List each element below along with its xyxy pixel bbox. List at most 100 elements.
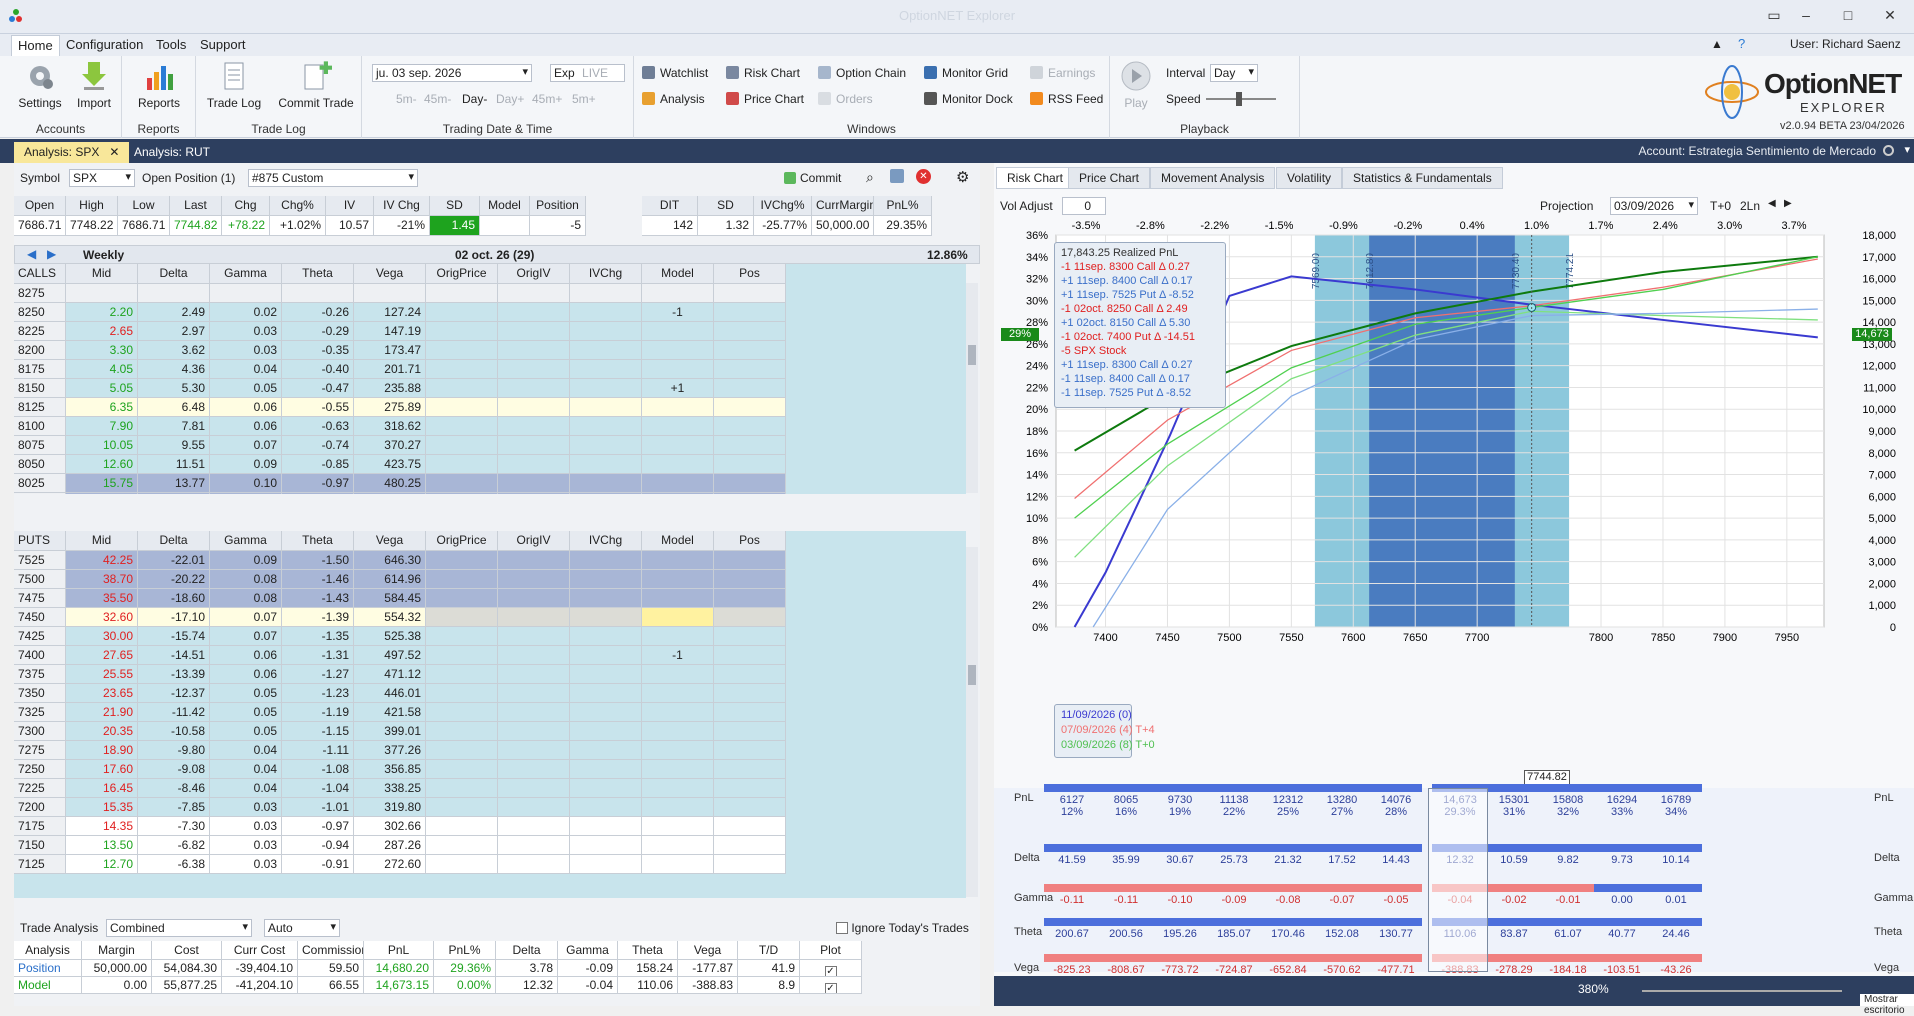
close-button[interactable]: ✕ (1876, 7, 1904, 27)
play-button[interactable]: Play (1114, 60, 1158, 110)
next-date-icon[interactable]: ▶ (1784, 198, 1792, 209)
step-forward-day[interactable]: Day+ (496, 92, 524, 106)
zoom-slider[interactable] (1642, 990, 1842, 992)
step-back-day[interactable]: Day- (462, 92, 487, 106)
ignore-today-checkbox[interactable]: Ignore Today's Trades (836, 921, 969, 935)
price-chart-button[interactable]: Price Chart (726, 92, 804, 106)
orders-button[interactable]: Orders (818, 92, 873, 106)
minimize-button[interactable]: – (1792, 7, 1820, 27)
maximize-button[interactable]: □ (1834, 7, 1862, 27)
ribbon-options-icon[interactable]: ▭ (1760, 7, 1788, 27)
chain-row[interactable]: 7200 15.35 -7.85 0.03 -1.01 319.80 (14, 798, 966, 817)
menu-bar: Home Configuration Tools Support ▲ ? Use… (0, 34, 1914, 57)
menu-configuration[interactable]: Configuration (60, 37, 149, 52)
chain-row[interactable]: 7375 25.55 -13.39 0.06 -1.27 471.12 (14, 665, 966, 684)
step-back-45m[interactable]: 45m- (424, 92, 451, 106)
position-select[interactable]: #875 Custom (248, 169, 418, 187)
auto-select[interactable]: Auto (264, 919, 340, 937)
chain-row[interactable]: 7150 13.50 -6.82 0.03 -0.94 287.26 (14, 836, 966, 855)
plot-checkbox[interactable]: ✓ (800, 977, 862, 994)
symbol-select[interactable]: SPX (69, 169, 135, 187)
watchlist-button[interactable]: Watchlist (642, 66, 708, 80)
step-forward-45m[interactable]: 45m+ (532, 92, 562, 106)
help-icon[interactable]: ? (1738, 36, 1745, 51)
plot-checkbox[interactable]: ✓ (800, 960, 862, 977)
chain-row[interactable]: 8225 2.65 2.97 0.03 -0.29 147.19 (14, 322, 966, 341)
chain-row[interactable]: 7475 35.50 -18.60 0.08 -1.43 584.45 (14, 589, 966, 608)
reports-button[interactable]: Reports (129, 60, 189, 110)
chain-cell: 11.51 (138, 455, 210, 474)
vol-adjust-input[interactable]: 0 (1062, 197, 1106, 215)
tab-statistics[interactable]: Statistics & Fundamentals (1342, 167, 1503, 189)
chain-row[interactable]: 8075 10.05 9.55 0.07 -0.74 370.27 (14, 436, 966, 455)
chain-row[interactable]: 8275 (14, 284, 966, 303)
commit-button[interactable]: Commit (784, 171, 841, 185)
chain-row[interactable]: 8175 4.05 4.36 0.04 -0.40 201.71 (14, 360, 966, 379)
chain-row[interactable]: 7225 16.45 -8.46 0.04 -1.04 338.25 (14, 779, 966, 798)
ta-row[interactable]: Model 0.00 55,877.25 -41,204.10 66.55 14,673.… (14, 977, 980, 994)
chain-row[interactable]: 7325 21.90 -11.42 0.05 -1.19 421.58 (14, 703, 966, 722)
option-chain-button[interactable]: Option Chain (818, 66, 906, 80)
monitor-grid-button[interactable]: Monitor Grid (924, 66, 1008, 80)
tab-price-chart[interactable]: Price Chart (1068, 167, 1151, 189)
tab-menu-icon[interactable]: ▾ (1904, 143, 1910, 156)
chain-row[interactable]: 7275 18.90 -9.80 0.04 -1.11 377.26 (14, 741, 966, 760)
settings-button[interactable]: Settings (10, 60, 70, 110)
settings-gear-icon[interactable]: ⚙ (956, 168, 969, 186)
speed-slider-handle[interactable] (1236, 92, 1242, 106)
menu-tools[interactable]: Tools (150, 37, 192, 52)
trading-date-picker[interactable]: ju. 03 sep. 2026 (372, 64, 532, 82)
chain-cell (498, 551, 570, 570)
chain-row[interactable]: 7175 14.35 -7.30 0.03 -0.97 302.66 (14, 817, 966, 836)
ta-row[interactable]: Position 50,000.00 54,084.30 -39,404.10 59.5… (14, 960, 980, 977)
chain-row[interactable]: 8025 15.75 13.77 0.10 -0.97 480.25 (14, 474, 966, 493)
delete-icon[interactable]: ✕ (916, 169, 931, 184)
step-back-5m[interactable]: 5m- (396, 92, 417, 106)
chain-row[interactable]: 8125 6.35 6.48 0.06 -0.55 275.89 (14, 398, 966, 417)
trade-log-button[interactable]: Trade Log (204, 60, 264, 110)
chain-row[interactable]: 7300 20.35 -10.58 0.05 -1.15 399.01 (14, 722, 966, 741)
import-button[interactable]: Import (64, 60, 124, 110)
menu-home[interactable]: Home (11, 35, 60, 57)
menu-support[interactable]: Support (194, 37, 252, 52)
chain-row[interactable]: 7350 23.65 -12.37 0.05 -1.23 446.01 (14, 684, 966, 703)
tab-movement-analysis[interactable]: Movement Analysis (1150, 167, 1276, 189)
chain-row[interactable]: 7500 38.70 -20.22 0.08 -1.46 614.96 (14, 570, 966, 589)
chain-row[interactable]: 800019.6016.370.11-1.11538.89 (14, 493, 966, 494)
prev-date-icon[interactable]: ◀ (1768, 198, 1776, 209)
layout-icon[interactable] (890, 169, 904, 183)
interval-select[interactable]: Day (1210, 64, 1258, 82)
chain-row[interactable]: 7400 27.65 -14.51 0.06 -1.31 497.52 -1 (14, 646, 966, 665)
search-icon[interactable]: ⌕ (866, 169, 874, 186)
tab-risk-chart[interactable]: Risk Chart (996, 167, 1075, 189)
analysis-button[interactable]: Analysis (642, 92, 705, 106)
projection-date[interactable]: 03/09/2026 (1610, 197, 1698, 215)
chain-row[interactable]: 7450 32.60 -17.10 0.07 -1.39 554.32 (14, 608, 966, 627)
next-expiry-icon[interactable]: ▶ (47, 247, 56, 261)
analysis-mode-select[interactable]: Combined (106, 919, 252, 937)
rss-feed-button[interactable]: RSS Feed (1030, 92, 1103, 106)
close-tab-icon[interactable]: ✕ (109, 145, 119, 159)
chain-row[interactable]: 8150 5.05 5.30 0.05 -0.47 235.88 +1 (14, 379, 966, 398)
earnings-button[interactable]: Earnings (1030, 66, 1095, 80)
prev-expiry-icon[interactable]: ◀ (27, 247, 36, 261)
chain-row[interactable]: 8050 12.60 11.51 0.09 -0.85 423.75 (14, 455, 966, 474)
chain-row[interactable]: 7250 17.60 -9.08 0.04 -1.08 356.85 (14, 760, 966, 779)
risk-chart-button[interactable]: Risk Chart (726, 66, 800, 80)
calls-scrollbar[interactable] (966, 283, 978, 493)
puts-scrollbar[interactable] (966, 547, 978, 897)
chain-row[interactable]: 8100 7.90 7.81 0.06 -0.63 318.62 (14, 417, 966, 436)
collapse-ribbon-icon[interactable]: ▲ (1711, 37, 1723, 51)
monitor-dock-button[interactable]: Monitor Dock (924, 92, 1013, 106)
tab-analysis-rut[interactable]: Analysis: RUT (124, 142, 220, 163)
chain-row[interactable]: 7425 30.00 -15.74 0.07 -1.35 525.38 (14, 627, 966, 646)
chain-row[interactable]: 7525 42.25 -22.01 0.09 -1.50 646.30 (14, 551, 966, 570)
chain-row[interactable]: 7125 12.70 -6.38 0.03 -0.91 272.60 (14, 855, 966, 874)
chain-row[interactable]: 8200 3.30 3.62 0.03 -0.35 173.47 (14, 341, 966, 360)
exp-live-toggle[interactable]: Exp LIVE (550, 64, 625, 82)
tab-volatility[interactable]: Volatility (1276, 167, 1343, 189)
tab-analysis-spx[interactable]: Analysis: SPX ✕ (14, 142, 130, 163)
commit-trade-button[interactable]: Commit Trade (274, 60, 358, 110)
chain-row[interactable]: 8250 2.20 2.49 0.02 -0.26 127.24 -1 (14, 303, 966, 322)
step-forward-5m[interactable]: 5m+ (572, 92, 596, 106)
